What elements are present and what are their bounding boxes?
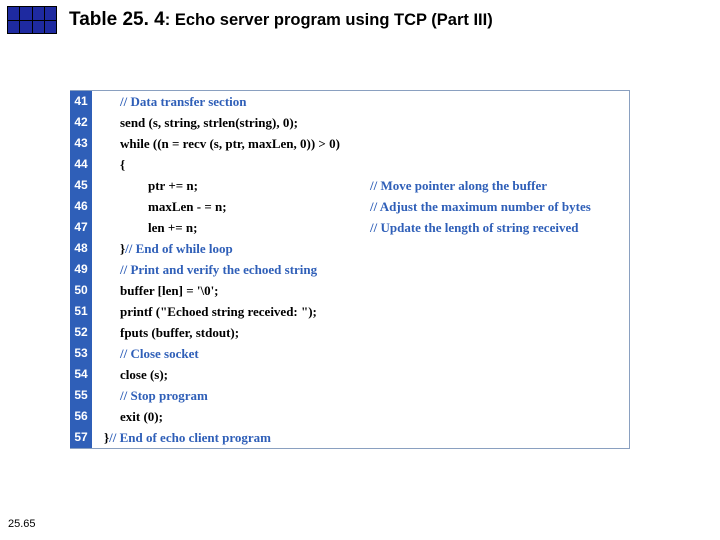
line-number: 52 (70, 322, 92, 343)
code-line: 51printf ("Echoed string received: "); (70, 301, 629, 322)
inline-comment: // Update the length of string received (370, 220, 578, 236)
code-line: 41// Data transfer section (70, 91, 629, 112)
code-text: printf ("Echoed string received: "); (92, 304, 629, 320)
code-text: // Stop program (92, 388, 629, 404)
code-line: 54close (s); (70, 364, 629, 385)
code-line: 48} // End of while loop (70, 238, 629, 259)
line-number: 45 (70, 175, 92, 196)
line-number: 55 (70, 385, 92, 406)
code-text: close (s); (92, 367, 629, 383)
line-number: 57 (70, 427, 92, 448)
code-text: { (92, 157, 629, 173)
code-line: 49// Print and verify the echoed string (70, 259, 629, 280)
code-line: 55// Stop program (70, 385, 629, 406)
code-line: 50buffer [len] = '\0'; (70, 280, 629, 301)
line-number: 48 (70, 238, 92, 259)
code-listing: 41// Data transfer section42send (s, str… (70, 90, 630, 449)
title-rest: : Echo server program using TCP (Part II… (165, 11, 493, 29)
line-number: 42 (70, 112, 92, 133)
inline-comment: // Move pointer along the buffer (370, 178, 547, 194)
code-text: exit (0); (92, 409, 629, 425)
line-number: 50 (70, 280, 92, 301)
page-number: 25.65 (8, 518, 36, 530)
line-number: 56 (70, 406, 92, 427)
code-line: 44{ (70, 154, 629, 175)
code-line: 52fputs (buffer, stdout); (70, 322, 629, 343)
code-text: } // End of echo client program (92, 430, 629, 446)
code-line: 47len += n;// Update the length of strin… (70, 217, 629, 238)
line-number: 51 (70, 301, 92, 322)
line-number: 54 (70, 364, 92, 385)
code-line: 46maxLen - = n;// Adjust the maximum num… (70, 196, 629, 217)
code-text: while ((n = recv (s, ptr, maxLen, 0)) > … (92, 136, 629, 152)
grid-icon (7, 6, 57, 34)
slide: Table 25. 4: Echo server program using T… (0, 0, 720, 540)
code-text: // Data transfer section (92, 94, 629, 110)
title-table: Table 25. 4 (69, 9, 165, 30)
code-text: // Print and verify the echoed string (92, 262, 629, 278)
slide-title: Table 25. 4: Echo server program using T… (69, 9, 493, 31)
code-line: 57} // End of echo client program (70, 427, 629, 448)
code-text: // Close socket (92, 346, 629, 362)
line-number: 49 (70, 259, 92, 280)
code-text: fputs (buffer, stdout); (92, 325, 629, 341)
line-number: 53 (70, 343, 92, 364)
line-number: 46 (70, 196, 92, 217)
code-text: } // End of while loop (92, 241, 629, 257)
line-number: 47 (70, 217, 92, 238)
code-line: 43while ((n = recv (s, ptr, maxLen, 0)) … (70, 133, 629, 154)
code-line: 56exit (0); (70, 406, 629, 427)
inline-comment: // Adjust the maximum number of bytes (370, 199, 591, 215)
code-line: 42send (s, string, strlen(string), 0); (70, 112, 629, 133)
header: Table 25. 4: Echo server program using T… (7, 6, 493, 34)
code-text: buffer [len] = '\0'; (92, 283, 629, 299)
line-number: 43 (70, 133, 92, 154)
code-line: 53// Close socket (70, 343, 629, 364)
line-number: 41 (70, 91, 92, 112)
code-line: 45ptr += n;// Move pointer along the buf… (70, 175, 629, 196)
code-text: send (s, string, strlen(string), 0); (92, 115, 629, 131)
line-number: 44 (70, 154, 92, 175)
code-text: ptr += n; (92, 178, 629, 194)
